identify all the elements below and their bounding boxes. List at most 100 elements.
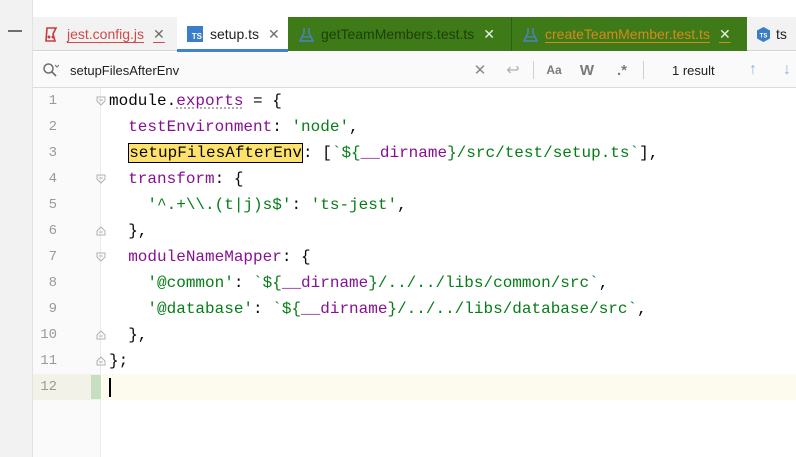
code-token: : [253,300,273,318]
code-token: transform [128,170,215,188]
tab-label: createTeamMember.test.ts [545,26,710,42]
line-number: 2 [48,119,57,135]
code-line[interactable]: testEnvironment: 'node', [109,114,359,140]
divider [643,61,644,79]
code-token: : { [281,248,311,266]
code-line[interactable]: }, [109,322,147,348]
code-token: 'ts-jest' [310,196,398,214]
line-number: 6 [48,223,57,239]
code-token: '@common' [147,274,234,292]
tab-ts-overflow[interactable]: TS ts [747,17,796,51]
code-token: , [637,300,647,318]
tab-label: getTeamMembers.test.ts [321,26,475,42]
code-token: : [291,196,311,214]
search-input[interactable] [70,60,460,80]
code-line[interactable]: }, [109,218,147,244]
whole-words-button[interactable]: W [578,59,596,81]
close-icon[interactable]: ✕ [153,26,165,43]
code-token: : { [214,170,244,188]
tab-label: ts [776,26,787,42]
line-number: 1 [48,93,57,109]
code-token: __dirname [281,274,369,292]
previous-occurrence-arrow-up-icon[interactable]: ↑ [743,59,763,81]
line-number: 4 [48,171,57,187]
line-number: 11 [40,353,57,369]
regex-button[interactable]: .* [613,59,631,81]
code-token: = { [243,92,282,110]
code-line[interactable]: setupFilesAfterEnv: [`${__dirname}/src/t… [109,140,658,166]
match-case-button[interactable]: Aa [542,59,566,81]
code-line[interactable]: '@database': `${__dirname}/../../libs/da… [109,296,647,322]
tab-label: setup.ts [210,26,260,42]
test-flask-icon [522,27,539,42]
collapse-icon[interactable] [8,30,22,32]
line-number: 12 [40,379,57,395]
code-token: 'node' [291,118,350,136]
tab-create-team-member-test[interactable]: createTeamMember.test.ts ✕ [512,17,747,51]
code-token: `${ [331,144,361,162]
line-number: 10 [40,327,57,343]
code-token: : [ [303,144,332,162]
code-token: exports [176,92,244,110]
code-token: testEnvironment [128,118,273,136]
find-bar: ✕ ↩ Aa W .* 1 result ↑ ↓ [33,52,796,88]
code-token: , [349,118,359,136]
tab-get-team-members-test[interactable]: getTeamMembers.test.ts ✕ [288,17,512,51]
typescript-round-icon: TS [757,26,770,42]
code-line[interactable]: }; [109,348,128,374]
code-line[interactable]: transform: { [109,166,243,192]
code-token: ], [639,144,659,162]
svg-text:TS: TS [760,33,768,39]
test-flask-icon [298,27,315,42]
code-token: `${ [272,300,302,318]
code-token: '^.+\\.(t|j)s$' [147,196,292,214]
jest-icon [45,26,58,42]
code-token: : [272,118,292,136]
search-icon[interactable] [42,62,59,78]
code-line[interactable]: moduleNameMapper: { [109,244,311,270]
fold-close-icon[interactable] [96,330,106,340]
fold-open-icon[interactable] [96,96,106,106]
clear-search-icon[interactable]: ✕ [471,59,489,81]
code-token: module [109,92,167,110]
next-occurrence-arrow-down-icon[interactable]: ↓ [777,59,796,81]
change-marker[interactable] [91,375,101,399]
line-number: 7 [48,249,57,265]
new-line-icon[interactable]: ↩ [503,59,523,81]
close-icon[interactable]: ✕ [483,26,495,43]
line-number: 9 [48,301,57,317]
fold-open-icon[interactable] [96,252,106,262]
line-number: 5 [48,197,57,213]
fold-open-icon[interactable] [96,174,106,184]
code-token: __dirname [301,300,388,318]
current-line-highlight [102,374,796,400]
code-token: moduleNameMapper [128,248,282,266]
search-result-count: 1 result [672,63,715,78]
code-token: `${ [253,274,282,292]
editor-tab-bar: jest.config.js ✕ TS setup.ts ✕ getTeamMe… [33,17,796,52]
search-match-highlight: setupFilesAfterEnv [128,143,304,163]
tab-jest-config[interactable]: jest.config.js ✕ [33,17,177,51]
code-token: : [233,274,254,292]
code-token: }/src/test/setup.ts` [447,144,640,162]
code-token: , [598,274,609,292]
code-line[interactable]: '@common': `${__dirname}/../../libs/comm… [109,270,608,296]
close-icon[interactable]: ✕ [719,26,731,43]
fold-close-icon[interactable] [96,356,106,366]
divider [533,61,534,79]
code-token: , [397,196,407,214]
code-token: }/../../libs/database/src` [387,300,638,318]
line-number: 8 [48,275,57,291]
fold-close-icon[interactable] [96,226,106,236]
code-token: }/../../libs/common/src` [368,274,599,292]
code-line[interactable]: '^.+\\.(t|j)s$': 'ts-jest', [109,192,407,218]
close-icon[interactable]: ✕ [268,26,280,43]
text-caret [109,378,111,397]
code-line[interactable]: module.exports = { [109,88,282,114]
tab-setup-ts[interactable]: TS setup.ts ✕ [177,17,288,52]
